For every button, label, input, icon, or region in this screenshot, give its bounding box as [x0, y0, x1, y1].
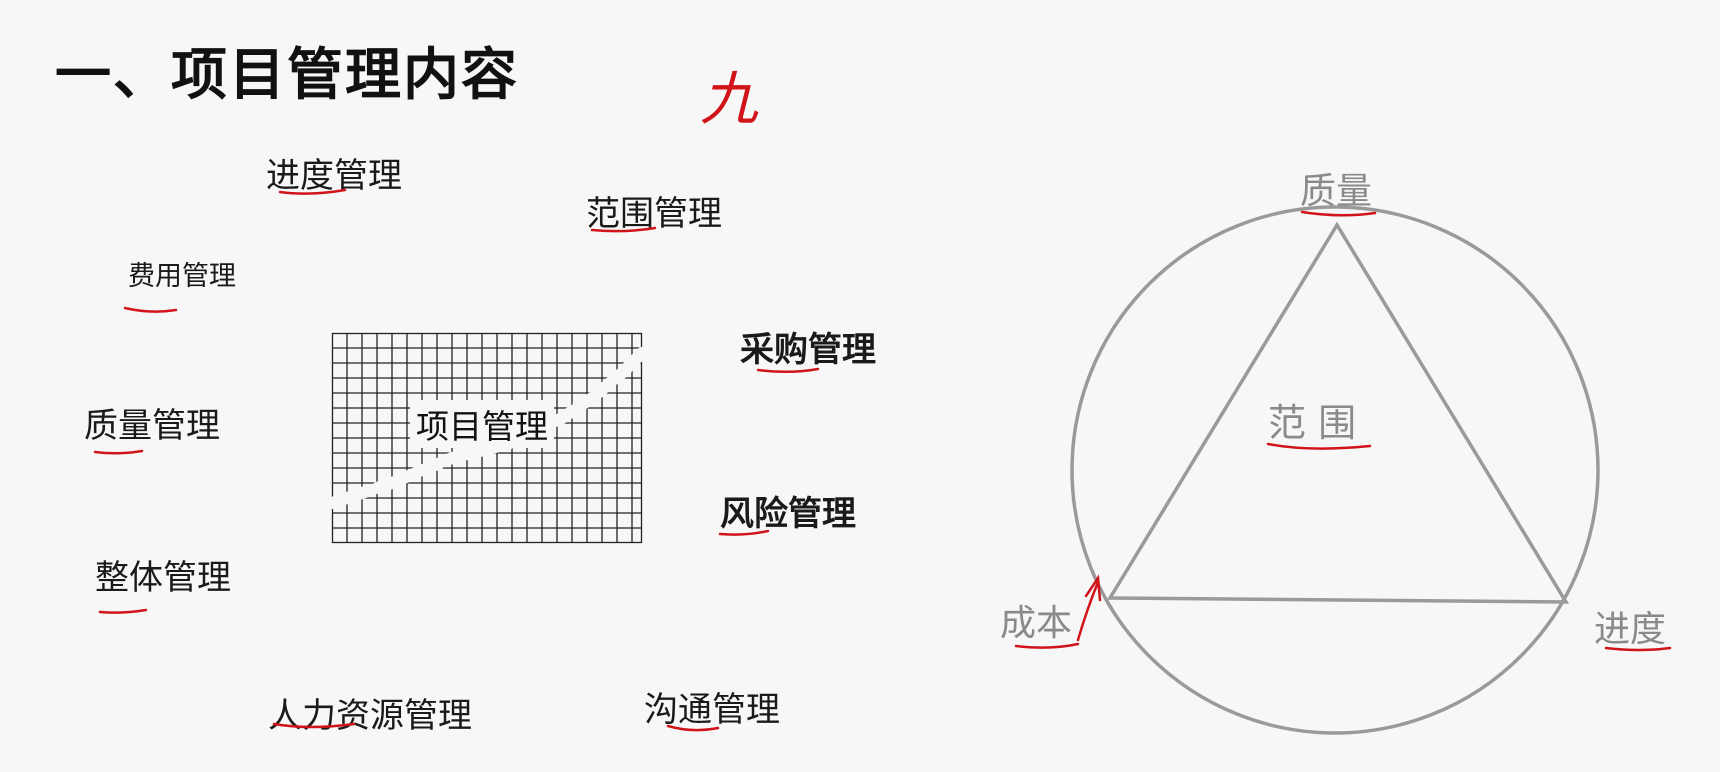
underline-cost [123, 306, 178, 313]
underline-communication [666, 724, 720, 732]
arrow-to-cost-vertex [1076, 580, 1100, 642]
underline-schedule-right [1604, 646, 1672, 652]
underline-scope-right [1266, 442, 1372, 450]
underline-cost-right [1014, 642, 1080, 649]
underline-human-resources [272, 722, 356, 729]
underline-scope [590, 226, 657, 233]
underline-integration [98, 608, 148, 614]
underline-procurement [756, 367, 820, 373]
underline-risk [718, 529, 770, 536]
underline-quality [93, 449, 144, 455]
underline-schedule [278, 188, 347, 195]
red-underline-annotations [93, 188, 1672, 732]
underline-quality-right [1300, 210, 1377, 217]
